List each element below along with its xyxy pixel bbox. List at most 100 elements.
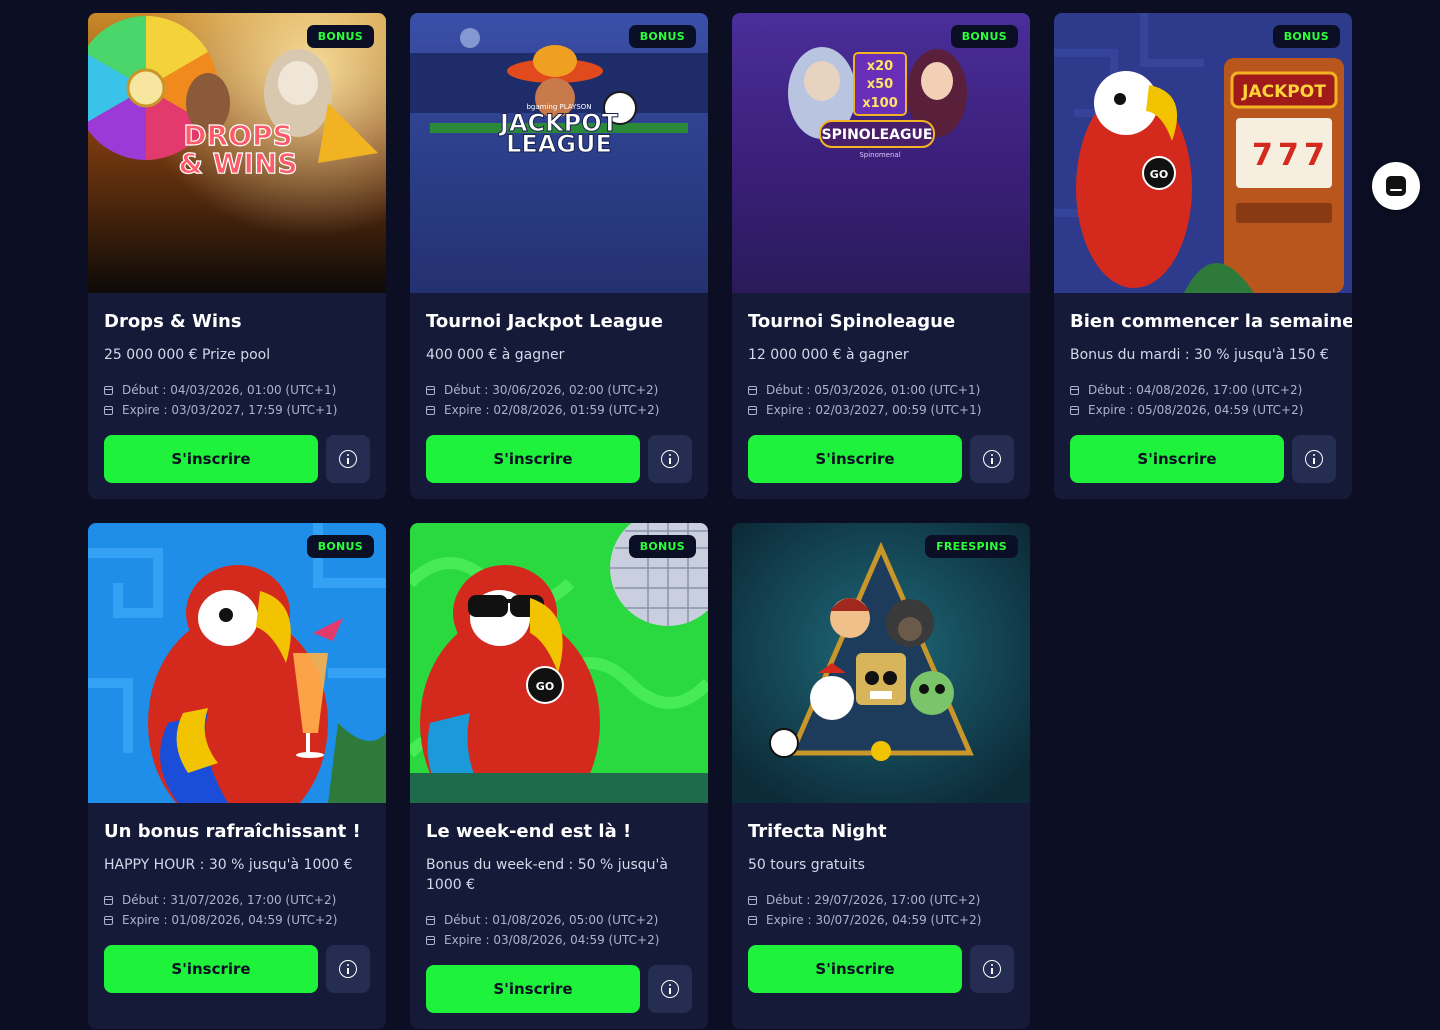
multiplier-label: x100 — [862, 96, 898, 111]
expire-date: Expire : 30/07/2026, 04:59 (UTC+2) — [766, 913, 982, 927]
start-date: Début : 30/06/2026, 02:00 (UTC+2) — [444, 383, 659, 397]
promo-image[interactable]: BONUS — [88, 523, 386, 803]
promo-title: Tournoi Spinoleague — [748, 311, 956, 332]
promo-image[interactable]: bgaming PLAYSON JACKPOT LEAGUE BONUS — [410, 13, 708, 293]
promo-title: Bien commencer la semaine — [1070, 311, 1352, 332]
machine-label: JACKPOT — [1241, 82, 1326, 102]
chat-icon — [1386, 176, 1406, 196]
start-date: Début : 01/08/2026, 05:00 (UTC+2) — [444, 913, 659, 927]
calendar-icon — [1070, 405, 1079, 415]
register-button[interactable]: S'inscrire — [748, 435, 962, 483]
promo-card: x20 x50 x100 SPINOLEAGUE Spinomenal BONU… — [732, 13, 1030, 499]
expire-date: Expire : 01/08/2026, 04:59 (UTC+2) — [122, 913, 338, 927]
promo-subtitle: 400 000 € à gagner — [426, 347, 565, 363]
info-button[interactable] — [326, 435, 370, 483]
info-icon — [983, 960, 1001, 978]
promo-title: Drops & Wins — [104, 311, 242, 332]
promo-subtitle: 50 tours gratuits — [748, 857, 865, 873]
calendar-icon — [104, 915, 113, 925]
parrot-jackpot-artwork: GO JACKPOT 7 7 7 — [1054, 13, 1352, 293]
promo-card: bgaming PLAYSON JACKPOT LEAGUE BONUS Tou… — [410, 13, 708, 499]
info-button[interactable] — [970, 435, 1014, 483]
multiplier-label: x20 — [867, 59, 893, 74]
register-button[interactable]: S'inscrire — [104, 435, 318, 483]
promotions-grid: DROPS & WINS BONUS Drops & Wins 25 000 0… — [88, 13, 1352, 1029]
start-date: Début : 29/07/2026, 17:00 (UTC+2) — [766, 893, 981, 907]
promo-image[interactable]: GO BONUS — [410, 523, 708, 803]
promo-title: Trifecta Night — [748, 821, 887, 842]
svg-text:7: 7 — [1252, 138, 1273, 173]
bonus-badge: BONUS — [306, 535, 374, 558]
promo-card: FREESPINS Trifecta Night 50 tours gratui… — [732, 523, 1030, 1029]
trifecta-artwork — [732, 523, 1030, 803]
promo-card: GO BONUS Le week-end est là ! Bonus du w… — [410, 523, 708, 1029]
info-icon — [339, 450, 357, 468]
info-button[interactable] — [1292, 435, 1336, 483]
expire-date: Expire : 03/08/2026, 04:59 (UTC+2) — [444, 933, 660, 947]
parrot-disco-artwork: GO — [410, 523, 708, 803]
start-date: Début : 05/03/2026, 01:00 (UTC+1) — [766, 383, 981, 397]
info-icon — [661, 450, 679, 468]
register-button[interactable]: S'inscrire — [1070, 435, 1284, 483]
promo-subtitle: 12 000 000 € à gagner — [748, 347, 909, 363]
bonus-badge: BONUS — [1272, 25, 1340, 48]
promo-title: Un bonus rafraîchissant ! — [104, 821, 361, 842]
register-button[interactable]: S'inscrire — [426, 965, 640, 1013]
chip-label: GO — [536, 680, 554, 693]
start-date: Début : 31/07/2026, 17:00 (UTC+2) — [122, 893, 337, 907]
info-button[interactable] — [648, 435, 692, 483]
parrot-cocktail-artwork — [88, 523, 386, 803]
expire-date: Expire : 02/08/2026, 01:59 (UTC+2) — [444, 403, 660, 417]
svg-text:SPINOLEAGUE: SPINOLEAGUE — [822, 127, 933, 143]
svg-text:LEAGUE: LEAGUE — [506, 130, 612, 158]
expire-date: Expire : 03/03/2027, 17:59 (UTC+1) — [122, 403, 338, 417]
promo-card: GO JACKPOT 7 7 7 BONUS Bien commencer la… — [1054, 13, 1352, 499]
info-button[interactable] — [326, 945, 370, 993]
calendar-icon — [748, 915, 757, 925]
calendar-icon — [426, 935, 435, 945]
promo-subtitle: Bonus du mardi : 30 % jusqu'à 150 € — [1070, 347, 1329, 363]
start-date: Début : 04/03/2026, 01:00 (UTC+1) — [122, 383, 337, 397]
expire-date: Expire : 02/03/2027, 00:59 (UTC+1) — [766, 403, 982, 417]
calendar-icon — [1070, 385, 1079, 395]
calendar-icon — [104, 895, 113, 905]
svg-text:7: 7 — [1304, 138, 1325, 173]
expire-date: Expire : 05/08/2026, 04:59 (UTC+2) — [1088, 403, 1304, 417]
promo-image[interactable]: x20 x50 x100 SPINOLEAGUE Spinomenal BONU… — [732, 13, 1030, 293]
multiplier-label: x50 — [867, 77, 893, 92]
bonus-badge: BONUS — [950, 25, 1018, 48]
svg-text:7: 7 — [1278, 138, 1299, 173]
calendar-icon — [426, 915, 435, 925]
bonus-badge: BONUS — [628, 535, 696, 558]
info-icon — [1305, 450, 1323, 468]
promo-image[interactable]: GO JACKPOT 7 7 7 BONUS — [1054, 13, 1352, 293]
bonus-badge: BONUS — [306, 25, 374, 48]
chip-label: GO — [1150, 168, 1168, 181]
svg-text:& WINS: & WINS — [178, 147, 297, 180]
calendar-icon — [426, 385, 435, 395]
promo-card: BONUS Un bonus rafraîchissant ! HAPPY HO… — [88, 523, 386, 1029]
info-button[interactable] — [648, 965, 692, 1013]
calendar-icon — [748, 385, 757, 395]
chat-launcher-button[interactable] — [1372, 162, 1420, 210]
register-button[interactable]: S'inscrire — [104, 945, 318, 993]
jackpot-league-artwork: bgaming PLAYSON JACKPOT LEAGUE — [410, 13, 708, 293]
promo-image[interactable]: DROPS & WINS BONUS — [88, 13, 386, 293]
promo-title: Tournoi Jackpot League — [426, 311, 663, 332]
register-button[interactable]: S'inscrire — [426, 435, 640, 483]
start-date: Début : 04/08/2026, 17:00 (UTC+2) — [1088, 383, 1303, 397]
freespins-badge: FREESPINS — [925, 535, 1018, 558]
drops-wins-artwork: DROPS & WINS — [88, 13, 386, 293]
promo-card: DROPS & WINS BONUS Drops & Wins 25 000 0… — [88, 13, 386, 499]
calendar-icon — [748, 895, 757, 905]
bonus-badge: BONUS — [628, 25, 696, 48]
calendar-icon — [748, 405, 757, 415]
spinoleague-artwork: x20 x50 x100 SPINOLEAGUE Spinomenal — [732, 13, 1030, 293]
info-icon — [661, 980, 679, 998]
promo-subtitle: HAPPY HOUR : 30 % jusqu'à 1000 € — [104, 857, 353, 873]
promo-image[interactable]: FREESPINS — [732, 523, 1030, 803]
register-button[interactable]: S'inscrire — [748, 945, 962, 993]
promo-subtitle: 25 000 000 € Prize pool — [104, 347, 271, 363]
promo-subtitle: Bonus du week-end : 50 % jusqu'à 1000 € — [426, 857, 668, 893]
info-button[interactable] — [970, 945, 1014, 993]
